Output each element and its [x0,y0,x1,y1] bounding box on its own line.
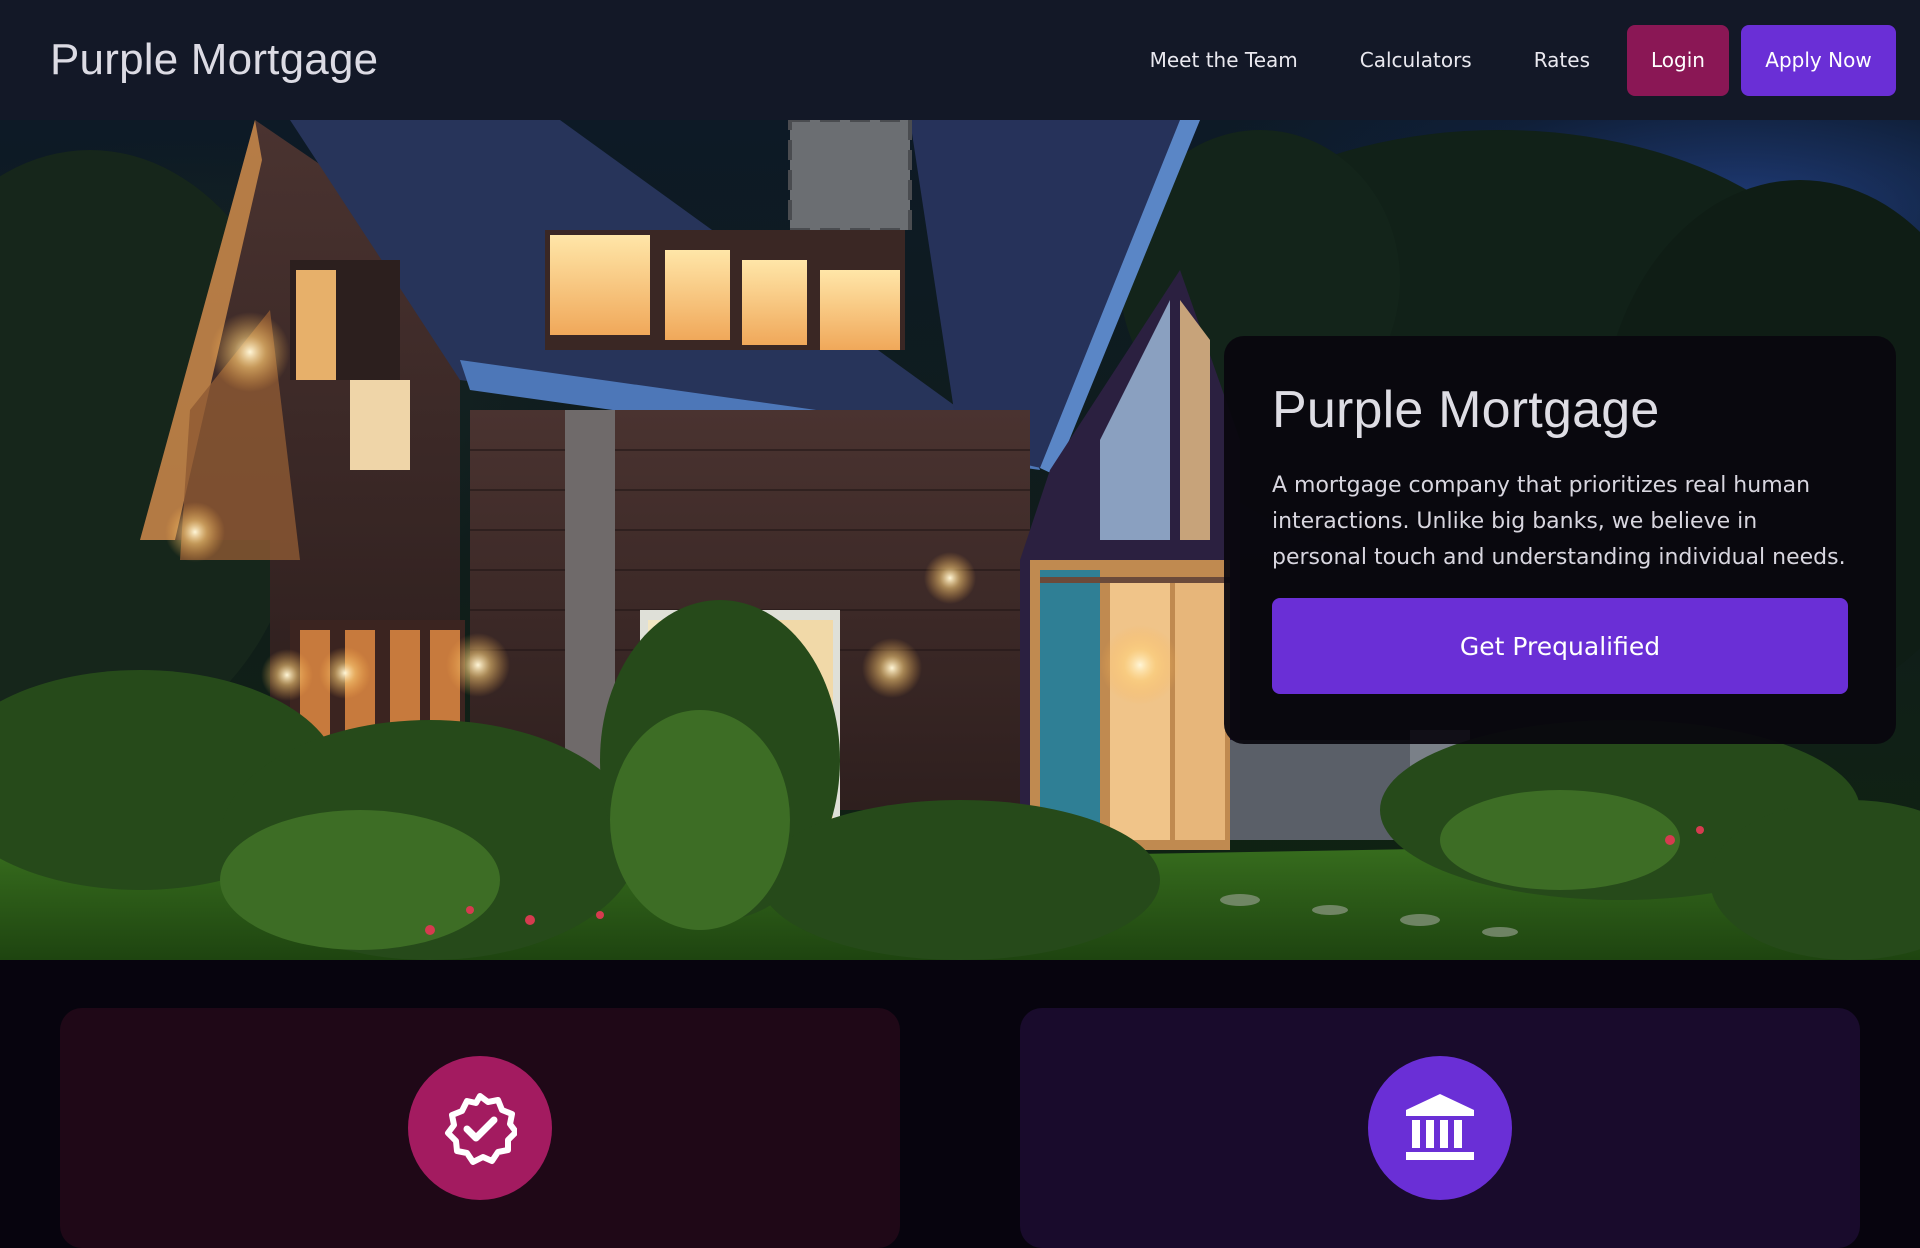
login-button[interactable]: Login [1627,24,1729,96]
brand-logo[interactable]: Purple Mortgage [50,35,378,85]
nav-links: Meet the Team Calculators Rates Login Ap… [1150,24,1896,96]
apply-now-button[interactable]: Apply Now [1741,24,1896,96]
nav-link-meet-the-team[interactable]: Meet the Team [1150,48,1298,72]
hero-card: Purple Mortgage A mortgage company that … [1224,336,1896,744]
nav-link-calculators[interactable]: Calculators [1360,48,1472,72]
badge-check-icon [408,1056,552,1200]
nav-link-rates[interactable]: Rates [1534,48,1590,72]
feature-card-approval [60,1008,900,1248]
feature-card-bank [1020,1008,1860,1248]
hero-description: A mortgage company that prioritizes real… [1272,473,1846,570]
top-navigation-bar: Purple Mortgage Meet the Team Calculator… [0,0,1920,120]
bank-icon [1368,1056,1512,1200]
hero-title: Purple Mortgage [1272,381,1660,439]
hero-section: Purple Mortgage A mortgage company that … [0,120,1920,960]
get-prequalified-button[interactable]: Get Prequalified [1272,598,1848,694]
